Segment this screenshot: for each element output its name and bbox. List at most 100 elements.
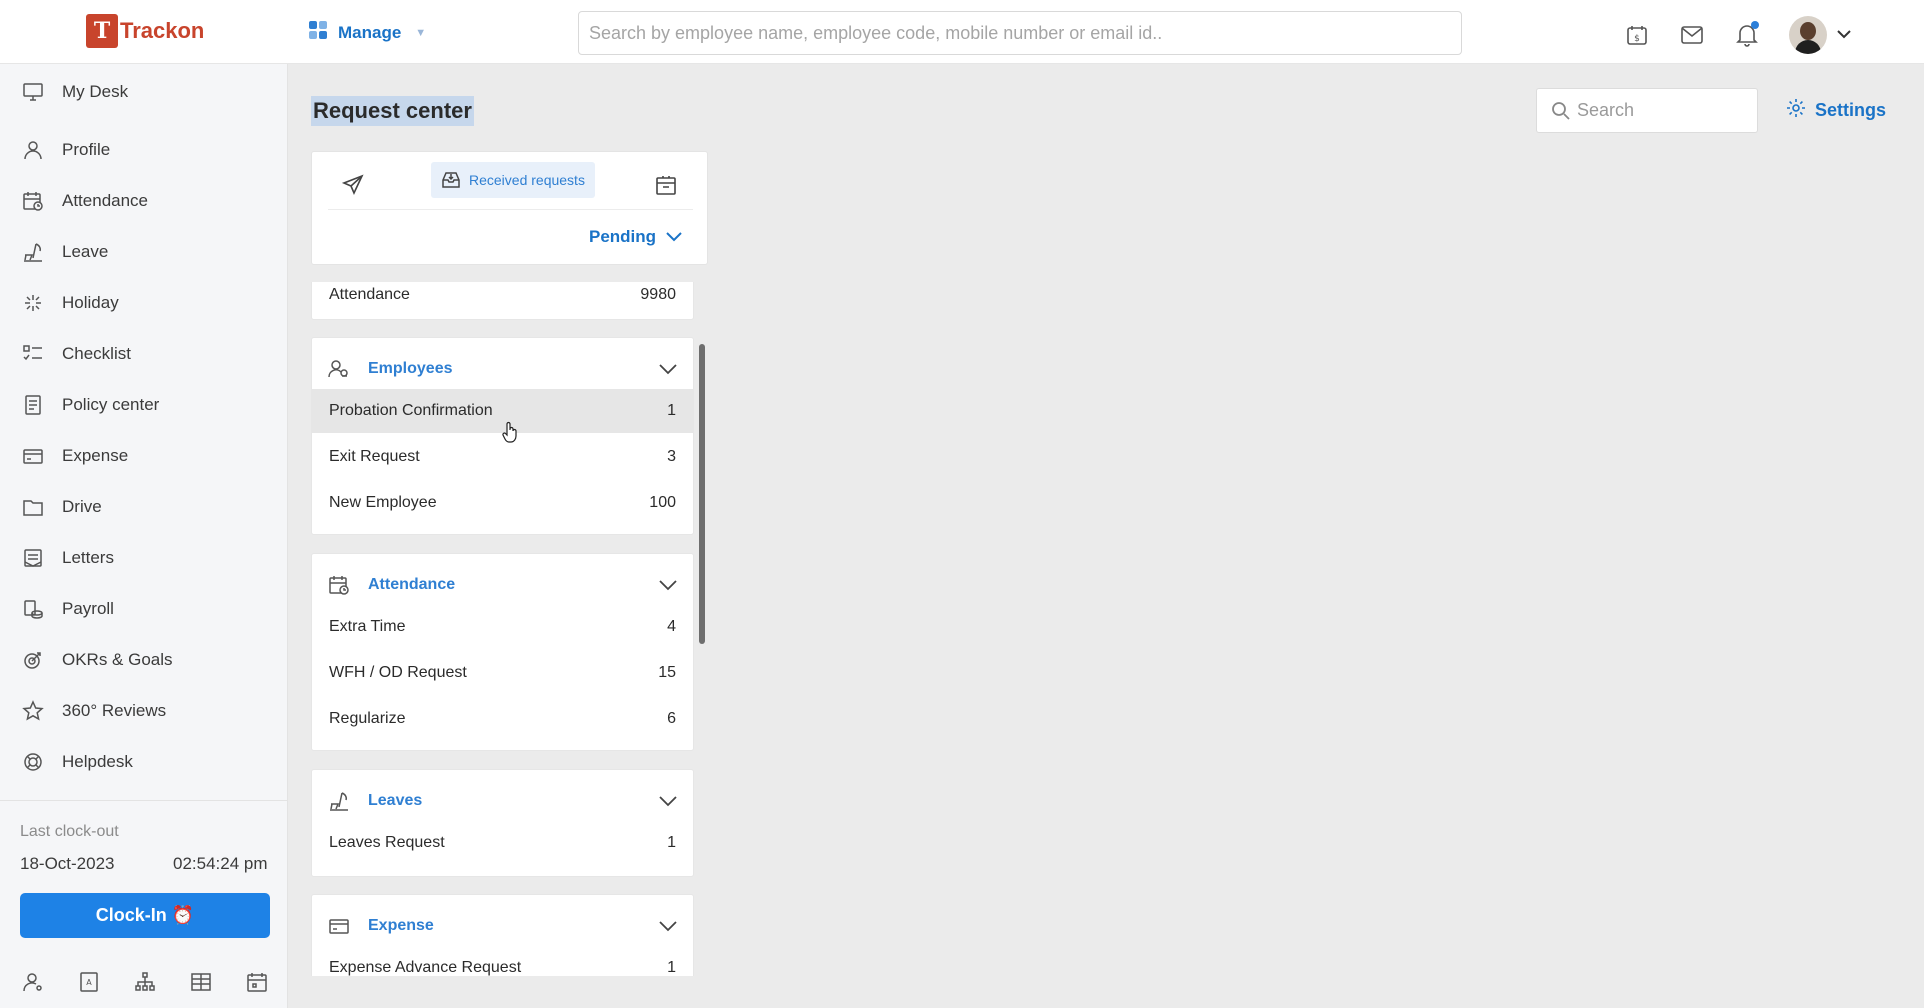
row-label: Exit Request bbox=[329, 448, 420, 465]
bell-icon[interactable] bbox=[1734, 20, 1760, 50]
chevron-down-icon[interactable] bbox=[659, 794, 677, 812]
sidebar-item-label: Policy center bbox=[62, 395, 160, 414]
chevron-down-icon[interactable] bbox=[659, 578, 677, 596]
sidebar-item-attendance[interactable]: Attendance bbox=[22, 186, 148, 216]
sidebar-item-drive[interactable]: Drive bbox=[22, 492, 102, 522]
clock-in-button[interactable]: Clock-In ⏰ bbox=[20, 893, 270, 938]
table-row[interactable]: Leaves Request 1 bbox=[312, 821, 693, 865]
settings-button[interactable]: Settings bbox=[1786, 98, 1886, 123]
avatar bbox=[1789, 16, 1827, 54]
sidebar-item-label: Profile bbox=[62, 140, 111, 159]
table-row[interactable]: Extra Time 4 bbox=[312, 605, 693, 649]
list-scrollbar[interactable] bbox=[699, 344, 705, 644]
row-label: Extra Time bbox=[329, 618, 406, 635]
chevron-down-icon[interactable] bbox=[659, 362, 677, 380]
user-menu[interactable] bbox=[1789, 16, 1851, 54]
employees-icon bbox=[328, 360, 348, 378]
coins-icon bbox=[24, 600, 43, 619]
calendar-icon[interactable] bbox=[246, 971, 268, 993]
sidebar-item-profile[interactable]: Profile bbox=[22, 135, 110, 165]
table-row[interactable]: New Employee 100 bbox=[312, 481, 693, 525]
category-header[interactable]: Expense bbox=[328, 915, 434, 937]
table-row[interactable]: Expense Advance Request 1 bbox=[312, 946, 693, 976]
row-count: 15 bbox=[658, 664, 676, 681]
document-icon bbox=[25, 395, 41, 415]
sidebar-item-letters[interactable]: Letters bbox=[22, 543, 114, 573]
chevron-down-icon bbox=[666, 227, 682, 247]
row-label: Attendance bbox=[329, 286, 410, 303]
row-count: 1 bbox=[667, 834, 676, 851]
send-icon bbox=[342, 174, 364, 195]
manage-label: Manage bbox=[338, 22, 402, 42]
row-count: 1 bbox=[667, 402, 676, 419]
calendar-dollar-icon[interactable]: $ bbox=[1624, 20, 1650, 50]
mail-icon[interactable] bbox=[1679, 20, 1705, 50]
sparkle-icon bbox=[25, 295, 41, 311]
sidebar-item-payroll[interactable]: Payroll bbox=[22, 594, 114, 624]
list-item[interactable]: Attendance 9980 bbox=[312, 282, 693, 317]
tab-sent-requests[interactable] bbox=[336, 168, 370, 202]
category-title: Expense bbox=[368, 917, 434, 934]
last-clock-out-label: Last clock-out bbox=[20, 823, 119, 840]
tab-label: Received requests bbox=[469, 172, 585, 188]
category-card-attendance: Attendance Extra Time 4 WFH / OD Request… bbox=[311, 553, 694, 751]
table-row[interactable]: Regularize 6 bbox=[312, 697, 693, 741]
category-header[interactable]: Employees bbox=[328, 358, 452, 380]
sidebar-item-holiday[interactable]: Holiday bbox=[22, 288, 119, 318]
hand-cursor-icon bbox=[501, 421, 519, 448]
category-header[interactable]: Attendance bbox=[328, 574, 455, 596]
row-label: Expense Advance Request bbox=[329, 959, 522, 976]
user-settings-icon[interactable] bbox=[22, 971, 44, 993]
row-label: WFH / OD Request bbox=[329, 664, 467, 681]
last-clock-out-time: 02:54:24 pm bbox=[173, 854, 268, 873]
chevron-down-icon[interactable] bbox=[659, 919, 677, 937]
tab-archived-requests[interactable] bbox=[649, 168, 683, 202]
svg-text:$: $ bbox=[1634, 34, 1640, 44]
beach-icon bbox=[330, 792, 348, 811]
category-card-expense: Expense Expense Advance Request 1 bbox=[311, 894, 694, 976]
table-row[interactable]: WFH / OD Request 15 bbox=[312, 651, 693, 695]
sidebar-item-label: Checklist bbox=[62, 344, 131, 363]
row-count: 1 bbox=[667, 959, 676, 976]
request-search[interactable] bbox=[1536, 88, 1758, 133]
sidebar-item-expense[interactable]: Expense bbox=[22, 441, 128, 471]
sidebar-item-label: Leave bbox=[62, 242, 109, 261]
logo-mark: T bbox=[86, 14, 118, 48]
tab-received-requests[interactable]: Received requests bbox=[431, 162, 595, 198]
sidebar-item-helpdesk[interactable]: Helpdesk bbox=[22, 747, 133, 777]
category-title: Attendance bbox=[368, 576, 456, 593]
lifebuoy-icon bbox=[24, 753, 42, 771]
card-icon bbox=[23, 449, 43, 464]
row-label: Probation Confirmation bbox=[329, 402, 493, 419]
chevron-down-icon bbox=[1837, 26, 1851, 44]
table-icon[interactable] bbox=[190, 971, 212, 993]
search-icon bbox=[1551, 101, 1571, 121]
card-icon bbox=[329, 919, 349, 934]
manage-menu[interactable]: Manage ▼ bbox=[308, 20, 426, 45]
letters-icon bbox=[24, 549, 42, 567]
sidebar-item-360-reviews[interactable]: 360° Reviews bbox=[22, 696, 166, 726]
last-clock-out-date: 18-Oct-2023 bbox=[20, 854, 115, 873]
sidebar-item-leave[interactable]: Leave bbox=[22, 237, 108, 267]
sidebar-item-label: Helpdesk bbox=[62, 752, 133, 771]
tabs-divider bbox=[328, 209, 693, 210]
sidebar-item-okrs-goals[interactable]: OKRs & Goals bbox=[22, 645, 173, 675]
sidebar-item-label: Holiday bbox=[62, 293, 119, 312]
user-icon bbox=[24, 141, 42, 160]
sidebar-item-label: OKRs & Goals bbox=[62, 650, 173, 669]
sidebar-item-label: Expense bbox=[62, 446, 129, 465]
category-title: Leaves bbox=[368, 792, 423, 809]
org-chart-icon[interactable] bbox=[134, 971, 156, 993]
request-search-input[interactable] bbox=[1571, 100, 1741, 121]
sidebar-item-policy-center[interactable]: Policy center bbox=[22, 390, 159, 420]
sidebar-item-my-desk[interactable]: My Desk bbox=[22, 77, 128, 107]
category-card-leaves: Leaves Leaves Request 1 bbox=[311, 769, 694, 877]
category-header[interactable]: Leaves bbox=[328, 790, 422, 812]
status-filter-dropdown[interactable]: Pending bbox=[589, 227, 682, 247]
trackon-logo[interactable]: T Trackon bbox=[86, 14, 204, 48]
global-search-input[interactable] bbox=[578, 11, 1462, 55]
row-count: 9980 bbox=[640, 286, 676, 303]
sidebar-item-checklist[interactable]: Checklist bbox=[22, 339, 131, 369]
id-card-icon[interactable]: A bbox=[78, 971, 100, 993]
row-count: 4 bbox=[667, 618, 676, 635]
